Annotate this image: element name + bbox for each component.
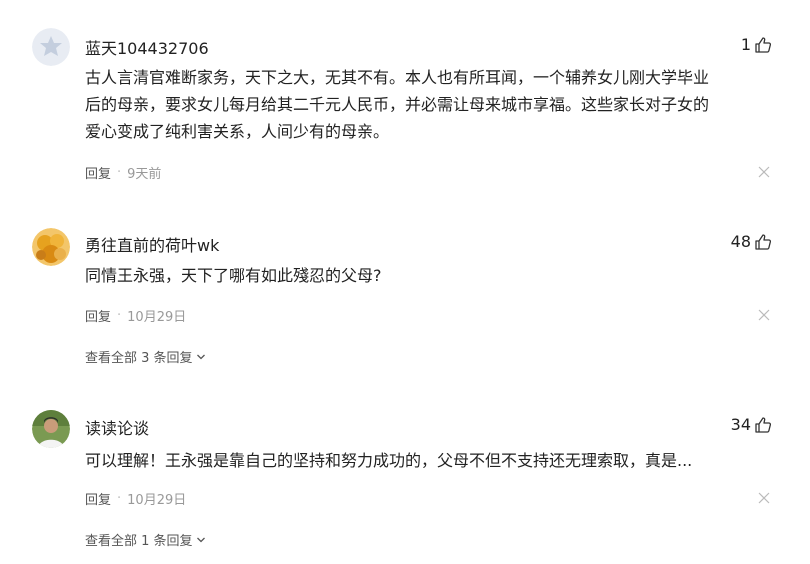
- like-button[interactable]: 34: [731, 415, 772, 434]
- separator-dot: ·: [117, 308, 122, 323]
- comment-text: 同情王永强，天下了哪有如此殘忍的父母?: [85, 262, 775, 289]
- comment-meta: 回复 · 10月29日: [85, 489, 186, 508]
- like-button[interactable]: 48: [731, 232, 772, 251]
- thumbs-up-icon: [755, 36, 772, 53]
- close-icon[interactable]: [758, 166, 770, 178]
- comment-text-line: 同情王永强，天下了哪有如此殘忍的父母?: [85, 266, 382, 285]
- comment-author[interactable]: 勇往直前的荷叶wk: [85, 232, 219, 256]
- comment-text: 古人言清官难断家务，天下之大，无其不有。本人也有所耳闻，一个辅养女儿刚大学毕业 …: [85, 64, 775, 145]
- comment-meta: 回复 · 9天前: [85, 163, 161, 182]
- comment-time: 10月29日: [127, 310, 187, 325]
- separator-dot: ·: [117, 491, 122, 506]
- reply-button[interactable]: 回复: [85, 163, 111, 182]
- view-all-replies-button[interactable]: 查看全部 3 条回复: [85, 347, 206, 366]
- comment-author[interactable]: 蓝天104432706: [85, 35, 209, 59]
- like-count: 1: [740, 35, 751, 54]
- flower-avatar[interactable]: [32, 228, 70, 266]
- view-all-replies-label: 查看全部 3 条回复: [85, 351, 193, 366]
- default-avatar-icon[interactable]: [32, 28, 70, 66]
- close-icon[interactable]: [758, 492, 770, 504]
- like-button[interactable]: 1: [741, 35, 772, 54]
- chevron-down-icon: [196, 537, 205, 542]
- like-count: 34: [730, 415, 751, 434]
- comment-meta: 回复 · 10月29日: [85, 306, 186, 325]
- comment-text-line: 可以理解！王永强是靠自己的坚持和努力成功的，父母不但不支持还无理索取，真是...: [85, 451, 693, 470]
- separator-dot: ·: [117, 165, 122, 180]
- thumbs-up-icon: [755, 416, 772, 433]
- comment-time: 9天前: [127, 167, 162, 182]
- like-count: 48: [730, 232, 751, 251]
- view-all-replies-label: 查看全部 1 条回复: [85, 534, 193, 549]
- close-icon[interactable]: [758, 309, 770, 321]
- view-all-replies-button[interactable]: 查看全部 1 条回复: [85, 530, 206, 549]
- reply-button[interactable]: 回复: [85, 489, 111, 508]
- thumbs-up-icon: [755, 233, 772, 250]
- reply-button[interactable]: 回复: [85, 306, 111, 325]
- comment-text-line: 后的母亲，要求女儿每月给其二千元人民币，并必需让母来城市享福。这些家长对子女的: [85, 95, 710, 114]
- comment-text-line: 古人言清官难断家务，天下之大，无其不有。本人也有所耳闻，一个辅养女儿刚大学毕业: [85, 68, 710, 87]
- person-avatar[interactable]: [32, 410, 70, 448]
- comment-text: 可以理解！王永强是靠自己的坚持和努力成功的，父母不但不支持还无理索取，真是...: [85, 447, 775, 474]
- comment-time: 10月29日: [127, 493, 187, 508]
- chevron-down-icon: [196, 354, 205, 359]
- comment-author[interactable]: 读读论谈: [85, 415, 149, 439]
- comment-text-line: 爱心变成了纯利害关系，人间少有的母亲。: [85, 122, 390, 141]
